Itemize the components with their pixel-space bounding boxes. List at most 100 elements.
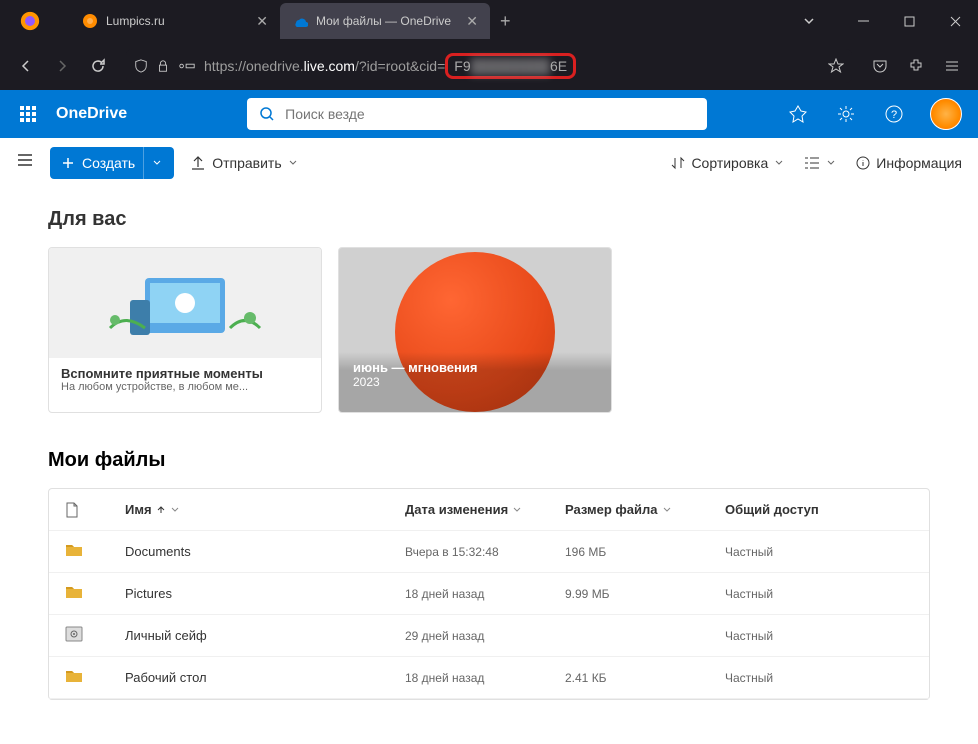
- tab-title: Lumpics.ru: [106, 14, 248, 28]
- extensions-icon[interactable]: [900, 50, 932, 82]
- sort-icon: [671, 156, 685, 170]
- table-row[interactable]: DocumentsВчера в 15:32:48196 МБЧастный: [49, 531, 929, 573]
- card-subtitle: 2023: [353, 375, 597, 389]
- close-icon[interactable]: ✕: [256, 13, 268, 30]
- card-illustration: [49, 248, 321, 358]
- file-modified: 29 дней назад: [405, 629, 565, 643]
- create-dropdown[interactable]: [143, 147, 170, 179]
- file-size: 2.41 КБ: [565, 671, 725, 685]
- file-name: Pictures: [125, 586, 405, 601]
- chevron-down-icon: [662, 505, 672, 515]
- create-button[interactable]: Создать: [50, 147, 174, 179]
- chevron-down-icon: [826, 158, 836, 168]
- tabs-dropdown[interactable]: [786, 0, 832, 42]
- reload-button[interactable]: [82, 50, 114, 82]
- close-icon[interactable]: ✕: [466, 13, 478, 30]
- bookmark-icon[interactable]: [828, 58, 844, 74]
- search-box[interactable]: [247, 98, 707, 130]
- tab-title: Мои файлы — OneDrive: [316, 14, 458, 28]
- browser-tab-1[interactable]: Lumpics.ru ✕: [70, 3, 280, 39]
- folder-icon: [65, 542, 83, 558]
- premium-icon[interactable]: [778, 90, 818, 138]
- browser-address-bar: https://onedrive.live.com/?id=root&cid=F…: [0, 42, 978, 90]
- browser-titlebar: Lumpics.ru ✕ Мои файлы — OneDrive ✕ +: [0, 0, 978, 42]
- for-you-section: Для вас Вспомните приятные моменты На лю…: [0, 188, 978, 433]
- info-button[interactable]: Информация: [856, 155, 962, 171]
- forward-button[interactable]: [46, 50, 78, 82]
- plus-icon: [62, 157, 74, 169]
- card-subtitle: На любом устройстве, в любом ме...: [61, 381, 309, 393]
- chevron-down-icon: [288, 158, 298, 168]
- col-size[interactable]: Размер файла: [565, 502, 725, 517]
- command-bar: Создать Отправить Сортировка Информация: [0, 138, 978, 188]
- vault-icon: [65, 626, 83, 642]
- col-modified[interactable]: Дата изменения: [405, 502, 565, 517]
- card-title: июнь — мгновения: [353, 360, 597, 375]
- brand-label[interactable]: OneDrive: [56, 105, 127, 123]
- file-size: 9.99 МБ: [565, 587, 725, 601]
- shield-icon: [134, 59, 148, 73]
- table-row[interactable]: Рабочий стол18 дней назад2.41 КБЧастный: [49, 657, 929, 699]
- table-header: Имя Дата изменения Размер файла Общий до…: [49, 489, 929, 531]
- permissions-icon: [178, 59, 196, 73]
- file-size: 196 МБ: [565, 545, 725, 559]
- info-icon: [856, 156, 870, 170]
- file-modified: Вчера в 15:32:48: [405, 545, 565, 559]
- svg-text:?: ?: [891, 109, 897, 121]
- arrow-up-icon: [156, 505, 166, 515]
- file-name: Рабочий стол: [125, 670, 405, 685]
- url-input[interactable]: https://onedrive.live.com/?id=root&cid=F…: [126, 49, 852, 83]
- table-row[interactable]: Личный сейф29 дней назад Частный: [49, 615, 929, 657]
- onedrive-icon: [292, 13, 308, 29]
- view-button[interactable]: [804, 155, 836, 171]
- chevron-down-icon: [170, 505, 180, 515]
- menu-icon[interactable]: [936, 50, 968, 82]
- pocket-icon[interactable]: [864, 50, 896, 82]
- help-icon[interactable]: ?: [874, 90, 914, 138]
- file-name: Личный сейф: [125, 628, 405, 643]
- card-title: Вспомните приятные моменты: [61, 366, 309, 381]
- file-name: Documents: [125, 544, 405, 559]
- settings-icon[interactable]: [826, 90, 866, 138]
- section-title: Мои файлы: [48, 449, 930, 472]
- upload-button[interactable]: Отправить: [190, 155, 297, 171]
- maximize-button[interactable]: [886, 0, 932, 42]
- section-title: Для вас: [48, 208, 930, 231]
- new-tab-button[interactable]: +: [500, 11, 511, 32]
- my-files-section: Мои файлы Имя Дата изменения Размер файл…: [0, 449, 978, 700]
- file-modified: 18 дней назад: [405, 587, 565, 601]
- file-sharing: Частный: [725, 629, 905, 643]
- cid-highlight: F9████████6E: [445, 53, 576, 79]
- search-input[interactable]: [285, 106, 695, 122]
- chevron-down-icon: [512, 505, 522, 515]
- sort-button[interactable]: Сортировка: [671, 155, 784, 171]
- file-modified: 18 дней назад: [405, 671, 565, 685]
- user-avatar[interactable]: [930, 98, 962, 130]
- file-sharing: Частный: [725, 671, 905, 685]
- folder-icon: [65, 668, 83, 684]
- back-button[interactable]: [10, 50, 42, 82]
- minimize-button[interactable]: [840, 0, 886, 42]
- file-icon: [65, 502, 79, 518]
- firefox-icon: [20, 11, 40, 31]
- upload-icon: [190, 155, 206, 171]
- url-text: https://onedrive.live.com/?id=root&cid=F…: [204, 58, 820, 74]
- page-content: OneDrive ? Создать Отправить Сортировк: [0, 90, 978, 744]
- col-name[interactable]: Имя: [125, 502, 405, 517]
- create-label: Создать: [82, 155, 135, 171]
- view-icon: [804, 156, 820, 170]
- chevron-down-icon: [774, 158, 784, 168]
- close-window-button[interactable]: [932, 0, 978, 42]
- memories-card[interactable]: Вспомните приятные моменты На любом устр…: [48, 247, 322, 413]
- onedrive-header: OneDrive ?: [0, 90, 978, 138]
- nav-toggle[interactable]: [16, 151, 34, 174]
- folder-icon: [65, 584, 83, 600]
- search-icon: [259, 106, 275, 122]
- file-sharing: Частный: [725, 587, 905, 601]
- moments-card[interactable]: июнь — мгновения 2023: [338, 247, 612, 413]
- app-launcher[interactable]: [8, 90, 48, 138]
- browser-tab-2[interactable]: Мои файлы — OneDrive ✕: [280, 3, 490, 39]
- lock-icon: [156, 59, 170, 73]
- files-table: Имя Дата изменения Размер файла Общий до…: [48, 488, 930, 700]
- table-row[interactable]: Pictures18 дней назад9.99 МБЧастный: [49, 573, 929, 615]
